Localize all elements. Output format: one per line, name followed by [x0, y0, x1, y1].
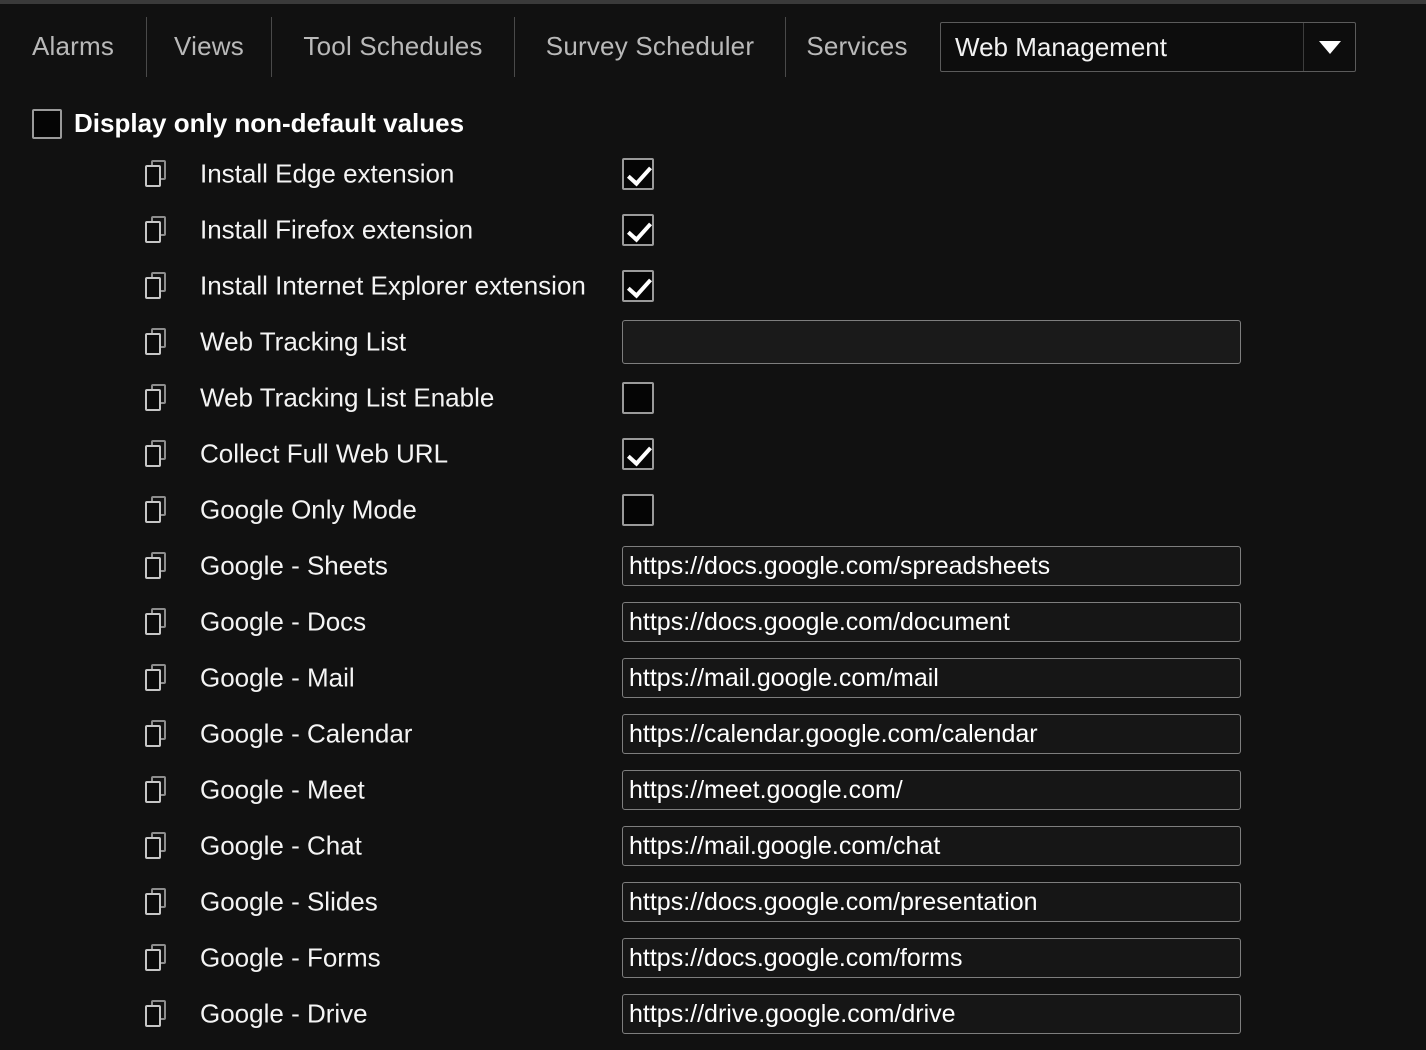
- setting-row: Collect Full Web URL: [0, 426, 1426, 482]
- settings-list: Install Edge extension Install Firefox ex…: [0, 146, 1426, 1042]
- copy-icon[interactable]: [144, 1000, 168, 1028]
- setting-control: [622, 994, 1241, 1034]
- setting-text-input[interactable]: [622, 320, 1241, 364]
- setting-label: Google - Docs: [200, 606, 367, 637]
- setting-control: [622, 546, 1241, 586]
- setting-control: [622, 602, 1241, 642]
- setting-label: Google - Forms: [200, 942, 381, 973]
- setting-row: Google - Chat: [0, 818, 1426, 874]
- copy-icon[interactable]: [144, 496, 168, 524]
- setting-row: Google - Meet: [0, 762, 1426, 818]
- setting-text-input[interactable]: [622, 658, 1241, 698]
- setting-row: Web Tracking List Enable: [0, 370, 1426, 426]
- setting-control: [622, 658, 1241, 698]
- tab-services[interactable]: Services: [786, 4, 928, 89]
- tab-alarms[interactable]: Alarms: [0, 4, 146, 89]
- setting-control: [622, 494, 654, 526]
- setting-row: Web Tracking List: [0, 314, 1426, 370]
- setting-row: Install Internet Explorer extension: [0, 258, 1426, 314]
- setting-control: [622, 882, 1241, 922]
- copy-icon[interactable]: [144, 944, 168, 972]
- display-only-non-default-values-checkbox[interactable]: [32, 108, 62, 139]
- setting-control: [622, 382, 654, 414]
- setting-text-input[interactable]: [622, 602, 1241, 642]
- copy-icon[interactable]: [144, 328, 168, 356]
- copy-icon[interactable]: [144, 776, 168, 804]
- setting-label: Google Only Mode: [200, 494, 417, 525]
- tab-views[interactable]: Views: [147, 4, 271, 89]
- setting-label: Collect Full Web URL: [200, 438, 449, 469]
- setting-label: Google - Mail: [200, 662, 355, 693]
- setting-label: Google - Chat: [200, 830, 362, 861]
- display-only-non-default-values-label: Display only non-default values: [74, 108, 465, 138]
- setting-control: [622, 270, 654, 302]
- copy-icon[interactable]: [144, 440, 168, 468]
- setting-label: Web Tracking List: [200, 326, 407, 357]
- setting-label: Install Edge extension: [200, 158, 455, 189]
- setting-text-input[interactable]: [622, 714, 1241, 754]
- setting-checkbox[interactable]: [622, 382, 654, 414]
- setting-checkbox[interactable]: [622, 438, 654, 470]
- setting-row: Google - Forms: [0, 930, 1426, 986]
- setting-control: [622, 938, 1241, 978]
- setting-label: Google - Drive: [200, 998, 368, 1029]
- copy-icon[interactable]: [144, 664, 168, 692]
- section-selector-dropdown[interactable]: Web Management: [940, 22, 1356, 72]
- setting-label: Web Tracking List Enable: [200, 382, 495, 413]
- tab-tool-schedules[interactable]: Tool Schedules: [272, 4, 514, 89]
- setting-row: Google - Sheets: [0, 538, 1426, 594]
- copy-icon[interactable]: [144, 608, 168, 636]
- setting-text-input[interactable]: [622, 546, 1241, 586]
- setting-text-input[interactable]: [622, 826, 1241, 866]
- setting-control: [622, 320, 1241, 364]
- setting-label: Google - Calendar: [200, 718, 413, 749]
- setting-row: Google - Docs: [0, 594, 1426, 650]
- setting-row: Install Firefox extension: [0, 202, 1426, 258]
- copy-icon[interactable]: [144, 552, 168, 580]
- copy-icon[interactable]: [144, 160, 168, 188]
- setting-label: Google - Slides: [200, 886, 378, 917]
- copy-icon[interactable]: [144, 720, 168, 748]
- setting-label: Google - Meet: [200, 774, 365, 805]
- setting-checkbox[interactable]: [622, 214, 654, 246]
- setting-control: [622, 826, 1241, 866]
- setting-checkbox[interactable]: [622, 270, 654, 302]
- setting-row: Google - Calendar: [0, 706, 1426, 762]
- copy-icon[interactable]: [144, 888, 168, 916]
- setting-text-input[interactable]: [622, 938, 1241, 978]
- section-selector-value: Web Management: [955, 31, 1167, 62]
- setting-control: [622, 438, 654, 470]
- setting-text-input[interactable]: [622, 994, 1241, 1034]
- copy-icon[interactable]: [144, 384, 168, 412]
- setting-label: Google - Sheets: [200, 550, 388, 581]
- setting-row: Google - Mail: [0, 650, 1426, 706]
- setting-control: [622, 714, 1241, 754]
- copy-icon[interactable]: [144, 272, 168, 300]
- setting-row: Install Edge extension: [0, 146, 1426, 202]
- setting-row: Google Only Mode: [0, 482, 1426, 538]
- settings-window: Alarms Views Tool Schedules Survey Schedule…: [0, 0, 1426, 1050]
- display-only-non-default-values-row[interactable]: Display only non-default values: [32, 108, 464, 139]
- copy-icon[interactable]: [144, 832, 168, 860]
- setting-text-input[interactable]: [622, 770, 1241, 810]
- setting-label: Install Firefox extension: [200, 214, 474, 245]
- setting-text-input[interactable]: [622, 882, 1241, 922]
- setting-control: [622, 158, 654, 190]
- setting-control: [622, 214, 654, 246]
- chevron-down-icon[interactable]: [1303, 23, 1355, 71]
- setting-checkbox[interactable]: [622, 494, 654, 526]
- setting-label: Install Internet Explorer extension: [200, 270, 586, 301]
- setting-row: Google - Slides: [0, 874, 1426, 930]
- setting-checkbox[interactable]: [622, 158, 654, 190]
- setting-row: Google - Drive: [0, 986, 1426, 1042]
- setting-control: [622, 770, 1241, 810]
- copy-icon[interactable]: [144, 216, 168, 244]
- tab-survey-scheduler[interactable]: Survey Scheduler: [515, 4, 785, 89]
